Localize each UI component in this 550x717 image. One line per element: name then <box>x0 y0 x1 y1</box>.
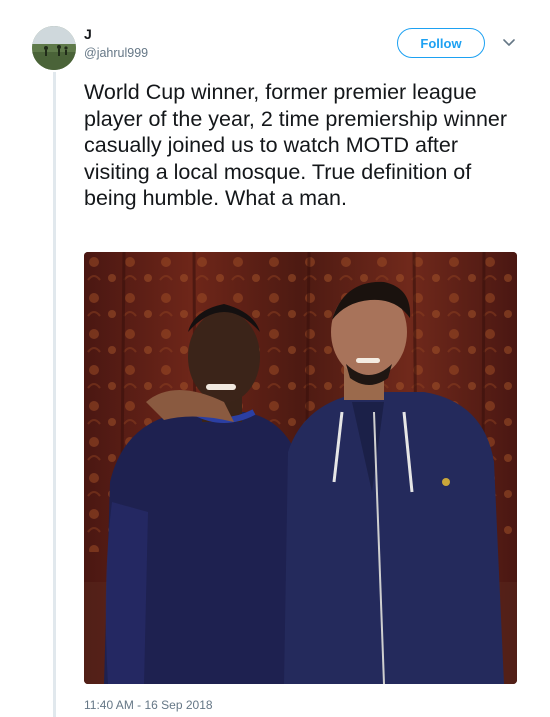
chevron-down-icon[interactable] <box>502 38 516 48</box>
photo-illustration <box>84 252 517 684</box>
follow-button[interactable]: Follow <box>397 28 485 58</box>
tweet-photo[interactable] <box>84 252 517 684</box>
tweet-text: World Cup winner, former premier league … <box>84 80 508 210</box>
tweet-timestamp[interactable]: 11:40 AM - 16 Sep 2018 <box>84 698 213 712</box>
display-name[interactable]: J <box>84 26 92 42</box>
user-handle[interactable]: @jahrul999 <box>84 46 148 60</box>
avatar[interactable] <box>32 26 76 70</box>
thread-line <box>53 72 56 717</box>
